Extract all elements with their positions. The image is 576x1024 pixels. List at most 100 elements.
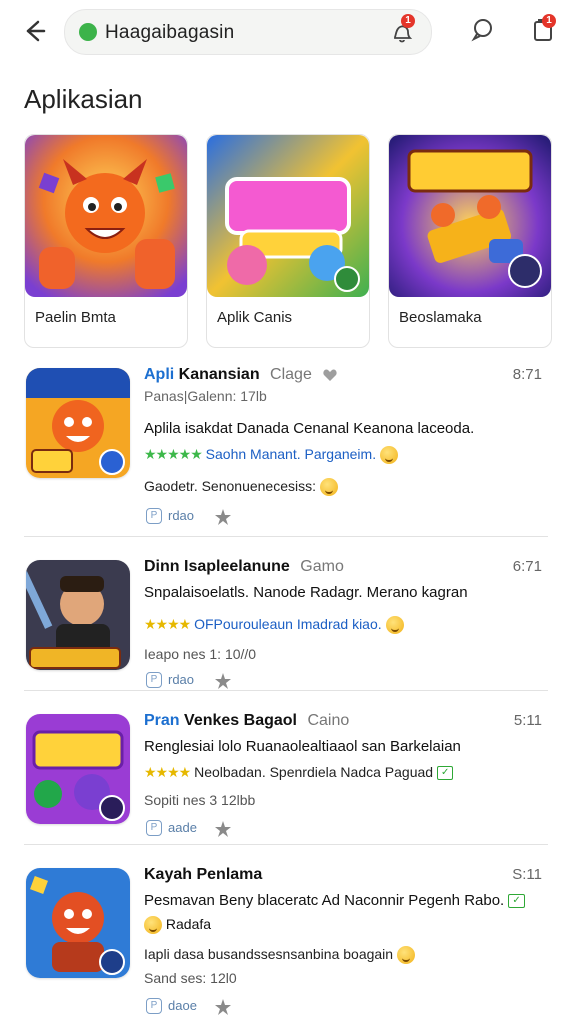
app-icon (26, 714, 130, 824)
open-button-label: rdao (168, 672, 195, 687)
back-arrow-icon[interactable] (18, 16, 48, 46)
divider (24, 690, 548, 691)
featured-card[interactable]: Aplik Canis (206, 134, 370, 348)
app-time: 8:71 (512, 366, 542, 383)
app-meta: Pran Venkes Bagaol Caino 5:11 Renglesiai… (144, 712, 548, 862)
app-badge-icon: P (146, 672, 162, 688)
featured-card[interactable]: Beoslamaka (388, 134, 552, 348)
app-rating: ★★★★★ Saohn Manant. Parganeim. (144, 446, 398, 465)
heart-icon[interactable] (322, 367, 338, 383)
app-name[interactable]: Kayah Penlama (144, 866, 262, 884)
app-rating: Radafa (144, 916, 212, 935)
app-icon (26, 560, 130, 670)
open-button-label: rdao (168, 508, 195, 523)
app-badge-icon: P (146, 820, 162, 836)
app-name-prefix: Apli (144, 366, 175, 383)
app-category: Gamo (300, 558, 344, 575)
open-button[interactable]: P rdao (146, 506, 202, 528)
app-category: Caino (307, 712, 350, 729)
app-description: Snpalaisoelatls. Nanode Radagr. Merano k… (144, 584, 468, 601)
app-badge-icon: P (146, 998, 162, 1014)
app-name[interactable]: Dinn Isapleelanune Gamo (144, 558, 344, 576)
pin-icon[interactable] (214, 672, 232, 690)
list-item[interactable]: Dinn Isapleelanune Gamo 6:71 Snpalaisoel… (0, 550, 576, 705)
cart-badge: 1 (542, 14, 556, 28)
app-subtitle: Panas|Galenn: 17lb (144, 388, 267, 404)
app-time: 6:71 (512, 558, 542, 575)
app-name-text: Venkes Bagaol (184, 712, 297, 729)
divider (24, 844, 548, 845)
open-button-label: daoe (168, 998, 197, 1013)
verified-badge-icon: ✓ (508, 894, 525, 909)
app-time: S:11 (512, 866, 542, 883)
app-icon (26, 868, 130, 978)
smile-emoji-icon (396, 946, 415, 965)
smile-emoji-icon (144, 916, 162, 935)
app-meta: Dinn Isapleelanune Gamo 6:71 Snpalaisoel… (144, 558, 548, 708)
app-size: Sand ses: 12l0 (144, 970, 237, 986)
app-note: Sopiti nes 3 12lbb (144, 792, 256, 808)
notification-badge: 1 (401, 14, 415, 28)
app-name[interactable]: Pran Venkes Bagaol Caino (144, 712, 349, 730)
rating-text: Saohn Manant. Parganeim. (205, 446, 377, 462)
pin-icon[interactable] (214, 820, 232, 838)
app-meta: Kayah Penlama S:11 Pesmavan Beny blacera… (144, 866, 548, 1016)
pin-icon[interactable] (214, 998, 232, 1016)
app-name-text: Kanansian (178, 366, 260, 383)
featured-card-image (389, 135, 551, 297)
featured-card-image (25, 135, 187, 297)
app-note-text: Iapli dasa busandssesnsanbina boagain (144, 946, 394, 962)
featured-card-label: Aplik Canis (217, 309, 293, 326)
secure-lock-icon (79, 23, 97, 41)
smile-emoji-icon (380, 446, 398, 465)
app-rating: ★★★★ OFPourouleaun Imadrad kiao. (144, 616, 404, 635)
app-note-text: Gaodetr. Senonuenecesiss: (144, 478, 317, 494)
app-name-prefix: Pran (144, 712, 180, 729)
rating-text: Neolbadan. Spenrdiela Nadca Paguad (194, 764, 434, 780)
list-item[interactable]: Pran Venkes Bagaol Caino 5:11 Renglesiai… (0, 704, 576, 859)
top-app-bar: Haagaibagasin 1 1 (0, 0, 576, 62)
app-note: Ieapo nes 1: 10//0 (144, 646, 257, 662)
divider (24, 536, 548, 537)
app-description: Pesmavan Beny blaceratc Ad Naconnir Pege… (144, 892, 525, 909)
rating-text: OFPourouleaun Imadrad kiao. (194, 616, 382, 632)
app-note: Gaodetr. Senonuenecesiss: (144, 478, 338, 497)
smile-emoji-icon (385, 616, 404, 635)
rating-text: Radafa (165, 916, 212, 932)
app-rating: ★★★★ Neolbadan. Spenrdiela Nadca Paguad … (144, 764, 454, 781)
featured-card-image (207, 135, 369, 297)
list-item[interactable]: Kayah Penlama S:11 Pesmavan Beny blacera… (0, 858, 576, 1016)
featured-card-label: Beoslamaka (399, 309, 482, 326)
app-description: Aplila isakdat Danada Cenanal Keanona la… (144, 420, 475, 437)
star-rating-icon: ★★★★ (144, 616, 191, 632)
main-content: Aplikasian Paelin Bmta Aplik Canis Beosl… (0, 62, 576, 1024)
verified-badge-icon: ✓ (436, 766, 454, 781)
open-button-label: aade (168, 820, 197, 835)
featured-card[interactable]: Paelin Bmta (24, 134, 188, 348)
app-badge-icon: P (146, 508, 162, 524)
star-rating-icon: ★★★★★ (144, 446, 203, 462)
app-name-text: Dinn Isapleelanune (144, 558, 290, 575)
app-description: Renglesiai lolo Ruanaolealtiaaol san Bar… (144, 738, 461, 755)
search-input[interactable]: Haagaibagasin (105, 22, 234, 44)
chat-icon[interactable] (466, 14, 498, 46)
list-item[interactable]: Apli Kanansian Clage 8:71 Panas|Galenn: … (0, 358, 576, 537)
star-rating-icon: ★★★★ (144, 764, 191, 780)
app-description-text: Pesmavan Beny blaceratc Ad Naconnir Pege… (144, 892, 505, 909)
open-button[interactable]: P aade (146, 818, 202, 840)
open-button[interactable]: P rdao (146, 670, 202, 692)
app-meta: Apli Kanansian Clage 8:71 Panas|Galenn: … (144, 366, 548, 525)
app-icon (26, 368, 130, 478)
search-bar[interactable]: Haagaibagasin 1 (64, 9, 432, 55)
pin-icon[interactable] (214, 508, 232, 526)
app-time: 5:11 (513, 712, 542, 729)
smile-emoji-icon (319, 478, 338, 497)
page-title: Aplikasian (24, 84, 143, 114)
app-name-text: Kayah Penlama (144, 866, 263, 883)
featured-apps: Paelin Bmta Aplik Canis Beoslamaka (24, 134, 554, 348)
app-note: Iapli dasa busandssesnsanbina boagain (144, 946, 415, 965)
app-category: Clage (270, 366, 312, 383)
open-button[interactable]: P daoe (146, 996, 202, 1018)
featured-card-label: Paelin Bmta (35, 309, 116, 326)
app-name[interactable]: Apli Kanansian Clage (144, 366, 338, 384)
